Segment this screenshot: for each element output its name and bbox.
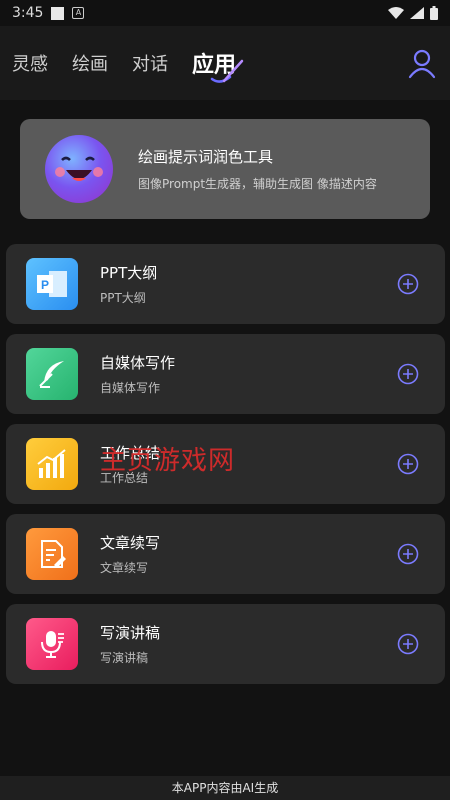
signal-icon [410,7,424,19]
presentation-icon: P [26,258,78,310]
add-circle-icon[interactable] [397,633,419,655]
app-title: 工作总结 [100,444,161,462]
feather-icon [26,348,78,400]
smiley-mascot-icon [45,135,113,203]
app-item-article-continue[interactable]: 文章续写 文章续写 [6,514,445,594]
microphone-icon [26,618,78,670]
app-title: 文章续写 [100,534,161,552]
app-text: 写演讲稿 写演讲稿 [100,622,160,666]
app-subtitle: 自媒体写作 [100,381,161,395]
tab-inspiration[interactable]: 灵感 [12,50,48,76]
add-circle-icon[interactable] [397,363,419,385]
notification-square-icon [51,6,65,20]
banner-text: 绘画提示词润色工具 图像Prompt生成器，辅助生成图 像描述内容 [138,146,377,192]
app-item-media-writing[interactable]: 自媒体写作 自媒体写作 [6,334,445,414]
app-text: 自媒体写作 自媒体写作 [100,352,175,396]
top-nav: 灵感 绘画 对话 应用 [0,26,450,100]
app-text: 工作总结 工作总结 [100,442,160,486]
banner-subtitle: 图像Prompt生成器，辅助生成图 像描述内容 [138,177,377,191]
document-edit-icon [26,528,78,580]
app-text: PPT大纲 PPT大纲 [100,262,157,306]
wifi-icon [388,7,404,19]
status-indicators [388,6,438,20]
battery-icon [430,6,438,20]
tab-apps[interactable]: 应用 [192,47,244,83]
svg-text:P: P [41,278,49,292]
tab-chat[interactable]: 对话 [132,50,168,76]
app-subtitle: PPT大纲 [100,291,146,305]
ai-disclaimer-footer: 本APP内容由AI生成 [0,776,450,800]
add-circle-icon[interactable] [397,543,419,565]
status-time: 3:45 [12,5,44,21]
app-subtitle: 写演讲稿 [100,651,149,665]
add-circle-icon[interactable] [397,273,419,295]
app-item-ppt-outline[interactable]: P PPT大纲 PPT大纲 [6,244,445,324]
bar-chart-icon [26,438,78,490]
status-bar: 3:45 A [0,0,450,26]
app-subtitle: 文章续写 [100,561,149,575]
add-circle-icon[interactable] [397,453,419,475]
app-title: 写演讲稿 [100,624,161,642]
app-title: 自媒体写作 [100,354,176,372]
app-item-work-summary[interactable]: 工作总结 工作总结 [6,424,445,504]
prompt-tool-banner[interactable]: 绘画提示词润色工具 图像Prompt生成器，辅助生成图 像描述内容 [20,119,430,219]
app-title: PPT大纲 [100,264,158,282]
active-tab-brush-icon [210,59,244,83]
app-item-speech-writing[interactable]: 写演讲稿 写演讲稿 [6,604,445,684]
app-text: 文章续写 文章续写 [100,532,160,576]
tab-drawing[interactable]: 绘画 [72,50,108,76]
banner-title: 绘画提示词润色工具 [138,148,274,166]
app-subtitle: 工作总结 [100,471,149,485]
user-icon[interactable] [406,47,438,79]
notification-icon: A [72,7,85,19]
